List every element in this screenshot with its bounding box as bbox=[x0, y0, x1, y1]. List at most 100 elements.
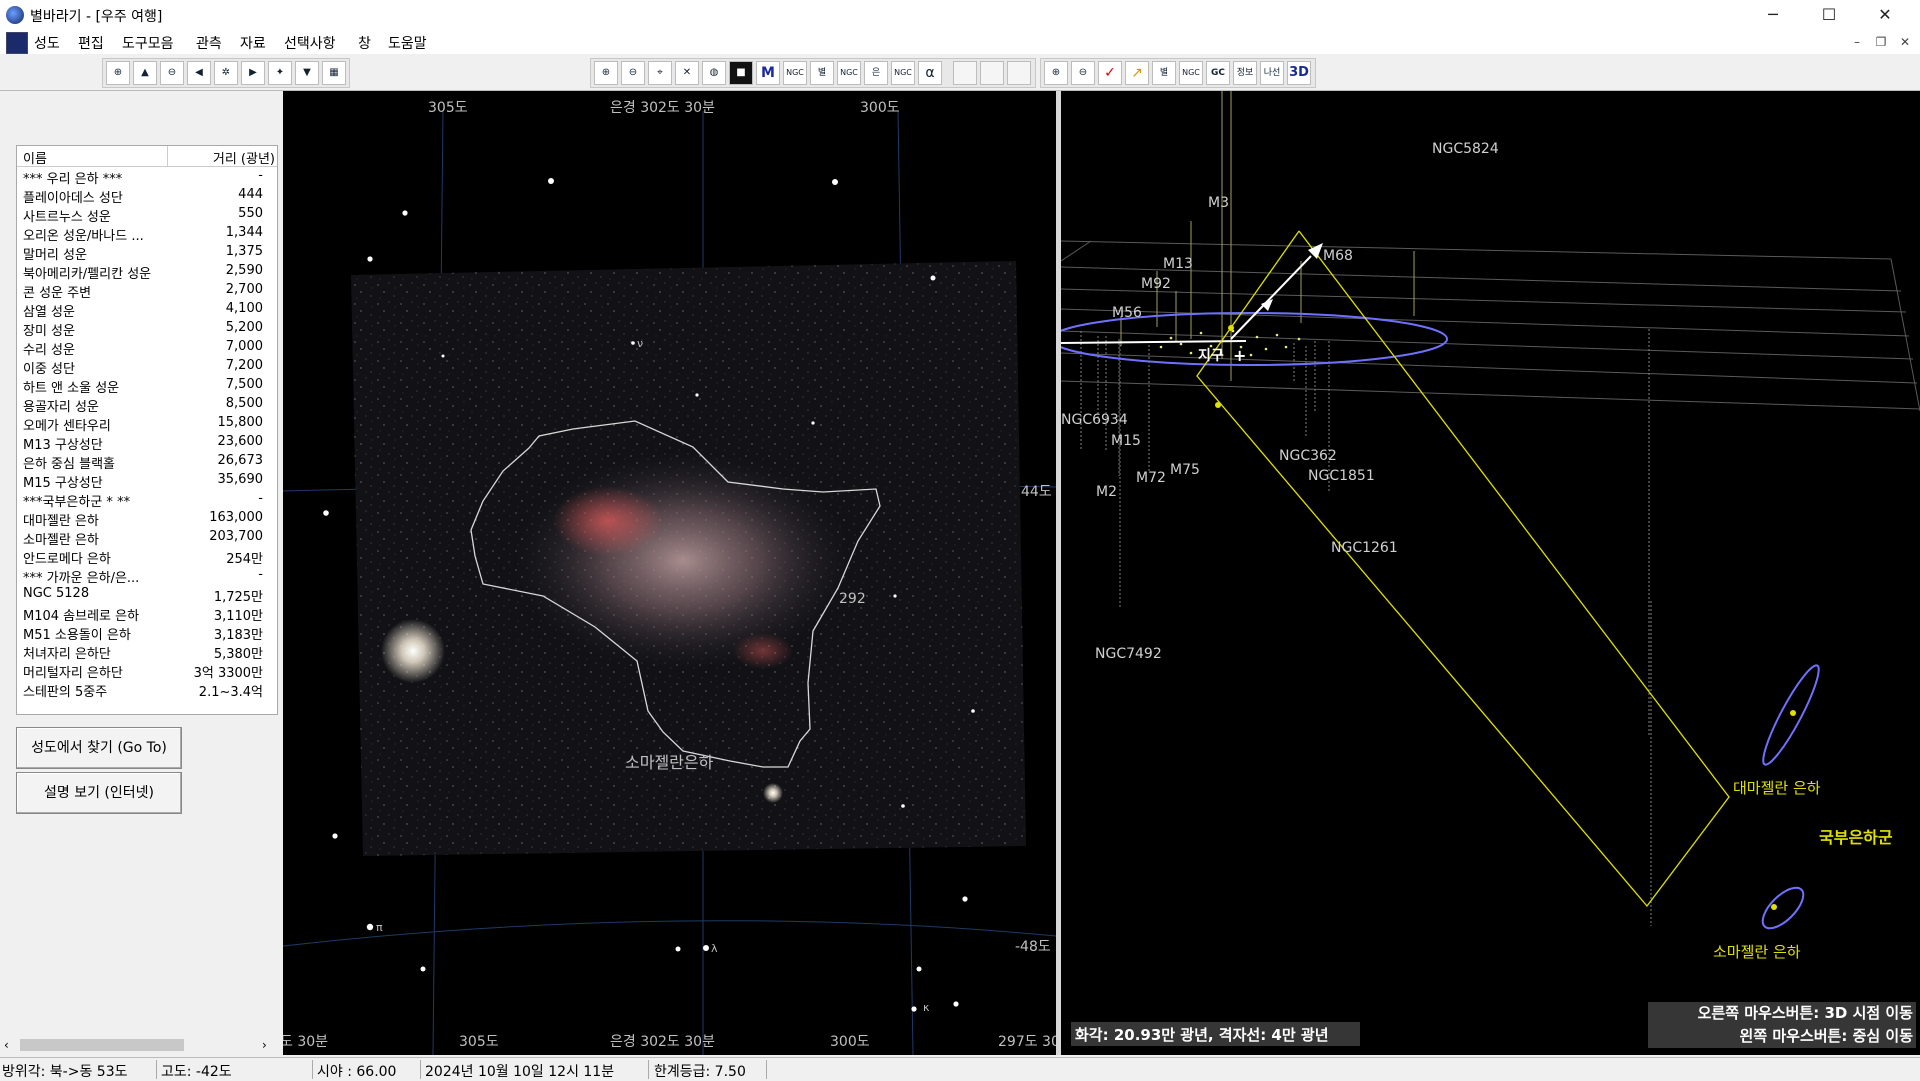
list-item-distance: - bbox=[258, 567, 263, 582]
list-item[interactable]: 대마젤란 은하 163,000 bbox=[17, 509, 277, 529]
gc-button[interactable]: GC bbox=[1206, 61, 1230, 85]
close-button[interactable]: ✕ bbox=[1862, 0, 1908, 30]
center-button[interactable]: ✲ bbox=[214, 61, 238, 85]
blank-button-1[interactable] bbox=[953, 61, 977, 85]
list-item[interactable]: 처녀자리 은하단 5,380만 bbox=[17, 642, 277, 662]
list-item[interactable]: 하트 앤 소울 성운 7,500 bbox=[17, 376, 277, 396]
info-button[interactable]: 정보 bbox=[1233, 61, 1257, 85]
minimize-button[interactable]: ─ bbox=[1750, 0, 1796, 30]
list-item[interactable]: 장미 성운 5,200 bbox=[17, 319, 277, 339]
list-item[interactable]: 콘 성운 주변 2,700 bbox=[17, 281, 277, 301]
list-item[interactable]: M15 구상성단 35,690 bbox=[17, 471, 277, 491]
globe-grid-button[interactable]: ◍ bbox=[702, 61, 726, 85]
move-down-button[interactable]: ▼ bbox=[295, 61, 319, 85]
column-distance-header[interactable]: 거리 (광년) bbox=[167, 148, 275, 167]
ngc-button[interactable]: NGC bbox=[783, 61, 807, 85]
earth-marker-icon: + bbox=[1233, 346, 1246, 365]
ngc-label-button[interactable]: NGC bbox=[891, 61, 915, 85]
mdi-restore-button[interactable]: ❐ bbox=[1870, 32, 1892, 52]
move-right-button[interactable]: ▶ bbox=[241, 61, 265, 85]
list-item[interactable]: 소마젤란 은하 203,700 bbox=[17, 528, 277, 548]
list-item[interactable]: *** 우리 은하 *** - bbox=[17, 167, 277, 187]
zoom-out-3d-button[interactable]: ⊖ bbox=[1071, 61, 1095, 85]
scroll-left-icon[interactable]: ‹ bbox=[4, 1038, 9, 1052]
ngc-3d-button[interactable]: NGC bbox=[1179, 61, 1203, 85]
list-item[interactable]: 이중 성단 7,200 bbox=[17, 357, 277, 377]
spiral-button[interactable]: 나선 bbox=[1260, 61, 1284, 85]
info-internet-button[interactable]: 설명 보기 (인터넷) bbox=[16, 772, 182, 814]
blank-button-3[interactable] bbox=[1007, 61, 1031, 85]
3d-labels: NGC5824 M3 M68 M13 M92 M56 NGC6934 M15 M… bbox=[1061, 141, 1499, 662]
scroll-right-icon[interactable]: › bbox=[262, 1038, 267, 1052]
list-item[interactable]: 은하 중심 블랙홀 26,673 bbox=[17, 452, 277, 472]
direction-button[interactable]: ↗ bbox=[1125, 61, 1149, 85]
list-item[interactable]: M51 소용돌이 은하 3,183만 bbox=[17, 623, 277, 643]
target-button[interactable]: ⌖ bbox=[648, 61, 672, 85]
list-item-distance: 23,600 bbox=[217, 434, 264, 449]
move-left-button[interactable]: ◀ bbox=[187, 61, 211, 85]
object-list[interactable]: 이름 거리 (광년) *** 우리 은하 *** - 플레이아데스 성단 444 사트르… bbox=[16, 145, 278, 715]
list-item[interactable]: 안드로메다 은하 254만 bbox=[17, 547, 277, 567]
list-item[interactable]: 머리털자리 은하단 3억 3300만 bbox=[17, 661, 277, 681]
maximize-button[interactable]: ☐ bbox=[1806, 0, 1852, 30]
menu-toolbars[interactable]: 도구모음 bbox=[122, 33, 174, 53]
list-item[interactable]: 오메가 센타우리 15,800 bbox=[17, 414, 277, 434]
rotate-button[interactable]: ✦ bbox=[268, 61, 292, 85]
list-item[interactable]: 삼열 성운 4,100 bbox=[17, 300, 277, 320]
list-item[interactable]: 스테판의 5중주 2.1~3.4억 bbox=[17, 680, 277, 700]
menu-data[interactable]: 자료 bbox=[240, 33, 266, 53]
ngc-name-button[interactable]: NGC bbox=[837, 61, 861, 85]
app-icon bbox=[6, 6, 24, 24]
zoom-in-3d-button[interactable]: ⊕ bbox=[1044, 61, 1068, 85]
3d-button[interactable]: 3D bbox=[1287, 61, 1311, 85]
mdi-minimize-button[interactable]: – bbox=[1846, 32, 1868, 52]
mdi-close-button[interactable]: ✕ bbox=[1894, 32, 1916, 52]
galaxy-objects bbox=[1159, 329, 1301, 357]
list-item[interactable]: 말머리 성운 1,375 bbox=[17, 243, 277, 263]
list-item[interactable]: M104 솜브레로 은하 3,110만 bbox=[17, 604, 277, 624]
list-item[interactable]: 오리온 성운/바나드 ... 1,344 bbox=[17, 224, 277, 244]
list-item[interactable]: ***국부은하군 * ** - bbox=[17, 490, 277, 510]
list-item-name: 소마젤란 은하 bbox=[23, 533, 99, 548]
3d-view[interactable]: NGC5824 M3 M68 M13 M92 M56 NGC6934 M15 M… bbox=[1061, 91, 1920, 1055]
horizontal-scrollbar[interactable]: ‹ › bbox=[0, 1036, 280, 1054]
scrollbar-thumb[interactable] bbox=[20, 1039, 184, 1051]
list-item[interactable]: NGC 5128 1,725만 bbox=[17, 585, 277, 605]
list-item-distance: 26,673 bbox=[217, 453, 264, 468]
messier-button[interactable]: M bbox=[756, 61, 780, 85]
menu-star-chart[interactable]: 성도 bbox=[34, 33, 60, 53]
menu-window[interactable]: 창 bbox=[358, 33, 371, 53]
menu-edit[interactable]: 편집 bbox=[78, 33, 104, 53]
list-item[interactable]: *** 가까운 은하/은... - bbox=[17, 566, 277, 586]
star-name-3d-button[interactable]: 별 bbox=[1152, 61, 1176, 85]
galaxy-name-button[interactable]: 은 bbox=[864, 61, 888, 85]
zoom-in-button[interactable]: ⊕ bbox=[106, 61, 130, 85]
goto-button[interactable]: 성도에서 찾기 (Go To) bbox=[16, 727, 182, 769]
list-item[interactable]: 사트르누스 성운 550 bbox=[17, 205, 277, 225]
grid-button[interactable]: ▦ bbox=[322, 61, 346, 85]
sky-bottom-ra-label-4: 300도 bbox=[830, 1034, 870, 1050]
list-item[interactable]: 용골자리 성운 8,500 bbox=[17, 395, 277, 415]
column-name-header[interactable]: 이름 bbox=[23, 148, 47, 167]
check-button[interactable]: ✓ bbox=[1098, 61, 1122, 85]
move-up-button[interactable]: ▲ bbox=[133, 61, 157, 85]
blank-button-2[interactable] bbox=[980, 61, 1004, 85]
star-name-button[interactable]: 별 bbox=[810, 61, 834, 85]
alpha-button[interactable]: α bbox=[918, 61, 942, 85]
document-icon[interactable] bbox=[6, 32, 28, 54]
list-item[interactable]: 북아메리카/펠리칸 성운 2,590 bbox=[17, 262, 277, 282]
list-item-distance: 254만 bbox=[226, 552, 263, 567]
menu-options[interactable]: 선택사항 bbox=[284, 33, 336, 53]
list-item[interactable]: M13 구상성단 23,600 bbox=[17, 433, 277, 453]
list-item[interactable]: 수리 성운 7,000 bbox=[17, 338, 277, 358]
photo-button[interactable]: ■ bbox=[729, 61, 753, 85]
sky-chart-view[interactable]: 305도 은경 302도 30분 300도 도 30분 305도 은경 302도… bbox=[283, 91, 1056, 1055]
menu-help[interactable]: 도움말 bbox=[388, 33, 427, 53]
menu-observe[interactable]: 관측 bbox=[196, 33, 222, 53]
star-label-nu: ν bbox=[637, 337, 643, 350]
zoom-in-2-button[interactable]: ⊕ bbox=[594, 61, 618, 85]
zoom-out-button[interactable]: ⊖ bbox=[160, 61, 184, 85]
zoom-out-2-button[interactable]: ⊖ bbox=[621, 61, 645, 85]
constellation-lines-button[interactable]: ✕ bbox=[675, 61, 699, 85]
list-item[interactable]: 플레이아데스 성단 444 bbox=[17, 186, 277, 206]
